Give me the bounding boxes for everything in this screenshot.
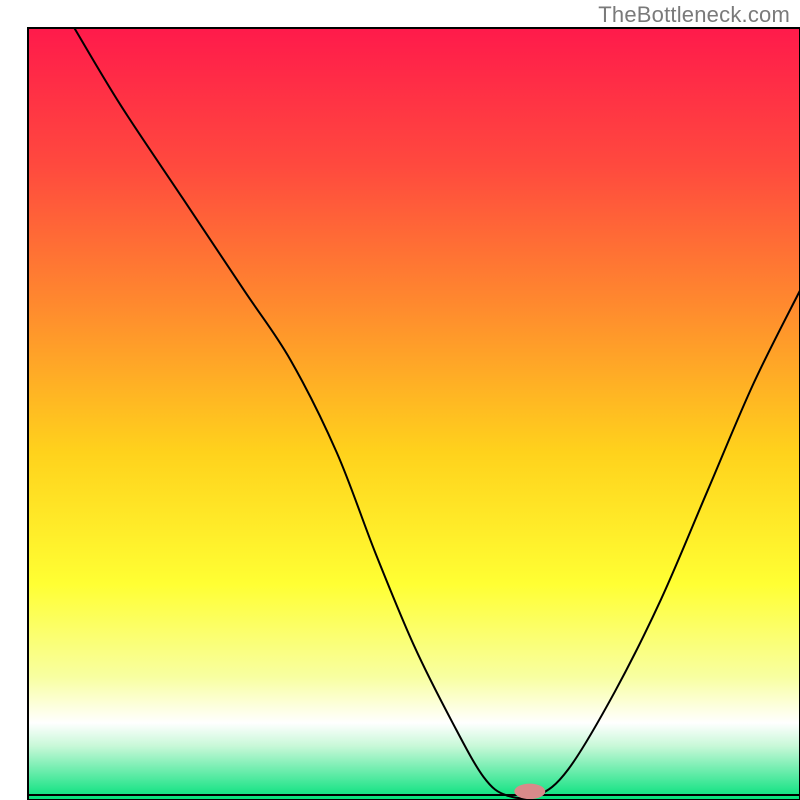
target-marker [514,784,545,799]
watermark-text: TheBottleneck.com [598,2,790,28]
gradient-background [28,28,800,800]
chart-container: TheBottleneck.com [0,0,800,800]
bottleneck-chart [0,0,800,800]
